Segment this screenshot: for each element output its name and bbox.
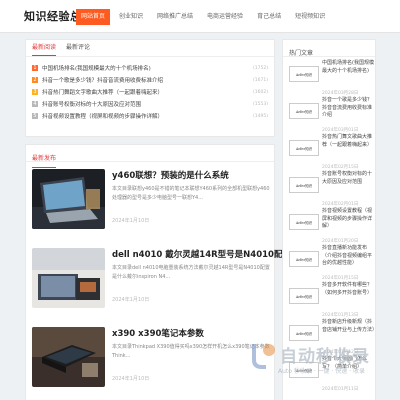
- tab-latest-comments[interactable]: 最新评论: [66, 40, 90, 56]
- sidebar-item-title[interactable]: 抖音多开软件有哪些？（如何多开抖音账号）: [322, 282, 375, 297]
- hot-tabs: 最新阅读 最新评论: [26, 40, 274, 57]
- rank-badge: 3: [32, 89, 38, 95]
- sidebar-thumbnail[interactable]: Arfer知识: [289, 103, 319, 119]
- sidebar-thumbnail[interactable]: Arfer知识: [289, 66, 319, 82]
- article-date: 2024年1月10日: [112, 376, 150, 382]
- main-nav: 网站首页 创业知识 网络推广总结 电商运营经验 育己总结 短视频知识: [76, 9, 334, 25]
- rank-badge: 1: [32, 65, 38, 71]
- nav-item-home[interactable]: 网站首页: [76, 9, 111, 25]
- list-item[interactable]: 5 抖音视频设置教程（视屏和视频的步骤操作详解） (1495): [32, 110, 268, 122]
- sidebar-item-date: 2024年01月13日: [322, 313, 359, 318]
- sidebar-item-title[interactable]: 抖音一个歌是多少钱？抖音音流费用收费标准介绍: [322, 97, 375, 120]
- sidebar-thumbnail[interactable]: Arfer知识: [289, 140, 319, 156]
- nav-item-startup[interactable]: 创业知识: [114, 9, 148, 25]
- article-title[interactable]: x390 x390笔记本参数: [112, 327, 204, 339]
- sidebar-item-title[interactable]: 抖音视频设置教程（视屏和视频的步骤操作详解）: [322, 208, 375, 231]
- article-card[interactable]: x390 x390笔记本参数 本文目录Thinkpad X390值得买吗x390…: [32, 327, 270, 393]
- sidebar-item-title[interactable]: 抖音直播新功能发布（介绍抖音视频编组平台的优越性能）: [322, 245, 375, 268]
- sidebar-item-title[interactable]: 抖音账号权衡对标的十大原因及应对范围: [322, 171, 375, 186]
- list-item[interactable]: 2 抖音一个歌是多少钱？抖音音流费用收费标准介绍 (1671): [32, 74, 268, 86]
- list-item-count: (1495): [253, 113, 268, 119]
- sidebar-item-title[interactable]: 中国机场排名(我国规模最大的十个机场排名): [322, 60, 375, 75]
- sidebar-header: 热门文章: [283, 40, 375, 57]
- list-item-title[interactable]: 抖音视频设置教程（视屏和视频的步骤操作详解）: [42, 112, 249, 120]
- article-summary: 本文目录dell n4010电脑重装系统方法戴尔灵越14R型号是N4010配置是…: [112, 265, 270, 280]
- tab-latest-read[interactable]: 最新阅读: [32, 40, 57, 56]
- hot-articles-panel: 最新阅读 最新评论 1 中国机场排名(我国规模最大的十个机场排名) (1752)…: [25, 39, 275, 137]
- list-item-title[interactable]: 抖音热门舞蹈文字歌曲大推荐（一起跟着嗨起来）: [42, 88, 249, 96]
- rank-badge: 2: [32, 77, 38, 83]
- sidebar-thumbnail[interactable]: Arfer知识: [289, 288, 319, 304]
- sidebar-item-title[interactable]: 抖音热门舞文歌曲大推荐（一起跟着嗨起来）: [322, 134, 375, 149]
- list-item-title[interactable]: 中国机场排名(我国规模最大的十个机场排名): [42, 64, 249, 72]
- sidebar-item-date: 2024年03月01日: [322, 128, 359, 133]
- article-date: 2024年1月10日: [112, 297, 150, 303]
- sidebar-thumbnail[interactable]: Arfer知识: [289, 251, 319, 267]
- nav-item-self[interactable]: 育己总结: [252, 9, 286, 25]
- sidebar-title: 热门文章: [289, 50, 314, 57]
- list-item-title[interactable]: 抖音一个歌是多少钱？抖音音流费用收费标准介绍: [42, 76, 249, 84]
- article-thumbnail[interactable]: [32, 248, 105, 308]
- list-item-count: (1553): [253, 101, 268, 107]
- sidebar-item-title[interactable]: 抖音新店升级新规（抖音店铺开业与上传方法）: [322, 319, 377, 334]
- list-item-count: (1671): [253, 77, 268, 83]
- sidebar-item-date: 2024年01月20日: [322, 239, 359, 244]
- watermark-logo-icon: [252, 344, 275, 369]
- article-date: 2024年1月10日: [112, 218, 150, 224]
- section-header: 最新发布: [26, 145, 274, 168]
- list-item-title[interactable]: 抖音账号权衡对标的十大原因及应对范围: [42, 100, 249, 108]
- nav-item-video[interactable]: 短视频知识: [290, 9, 330, 25]
- article-thumbnail[interactable]: [32, 169, 105, 229]
- sidebar-item-date: 2024年02月15日: [322, 165, 359, 170]
- nav-item-promotion[interactable]: 网络推广总结: [152, 9, 198, 25]
- sidebar-thumbnail[interactable]: Arfer知识: [289, 214, 319, 230]
- top-bar: 知识经验总结 网站首页 创业知识 网络推广总结 电商运营经验 育己总结 短视频知…: [0, 0, 400, 33]
- list-item-count: (1752): [253, 65, 268, 71]
- rank-badge: 5: [32, 113, 38, 119]
- article-card[interactable]: y460联想？预装的是什么系统 本文目录联想y460是不错的笔记本联想Y460系…: [32, 169, 270, 235]
- watermark-text: 自动秒收录: [280, 347, 370, 367]
- sidebar-item-date: 2024年01月15日: [322, 276, 359, 281]
- latest-posts-panel: 最新发布 y460联想？预装的是什么系统 本文目录联想y460是不错的笔记本联想…: [25, 144, 316, 400]
- hot-list: 1 中国机场排名(我国规模最大的十个机场排名) (1752) 2 抖音一个歌是多…: [26, 57, 274, 122]
- sidebar-item-date: 2024年02月01日: [322, 202, 359, 207]
- list-item[interactable]: 4 抖音账号权衡对标的十大原因及应对范围 (1553): [32, 98, 268, 110]
- article-thumbnail[interactable]: [32, 327, 105, 387]
- rank-badge: 4: [32, 101, 38, 107]
- sidebar-thumbnail[interactable]: Arfer知识: [289, 177, 319, 193]
- nav-item-ecommerce[interactable]: 电商运营经验: [202, 9, 248, 25]
- list-item-count: (1602): [253, 89, 268, 95]
- watermark: 自动秒收录 Auto 秒收录 · 一键 · 快速 · 收录: [248, 338, 388, 394]
- sidebar-item-date: 2024年03月28日: [322, 91, 359, 96]
- list-item[interactable]: 1 中国机场排名(我国规模最大的十个机场排名) (1752): [32, 62, 268, 74]
- article-title[interactable]: y460联想？预装的是什么系统: [112, 169, 229, 181]
- article-card[interactable]: dell n4010 戴尔灵越14R型号是N4010配置是什么 本文目录dell…: [32, 248, 316, 314]
- article-summary: 本文目录联想y460是不错的笔记本联想Y460系列的全部机型联想y460处理器的…: [112, 186, 270, 201]
- section-title: 最新发布: [32, 151, 57, 168]
- watermark-subtext: Auto 秒收录 · 一键 · 快速 · 收录: [278, 368, 366, 375]
- list-item[interactable]: 3 抖音热门舞蹈文字歌曲大推荐（一起跟着嗨起来） (1602): [32, 86, 268, 98]
